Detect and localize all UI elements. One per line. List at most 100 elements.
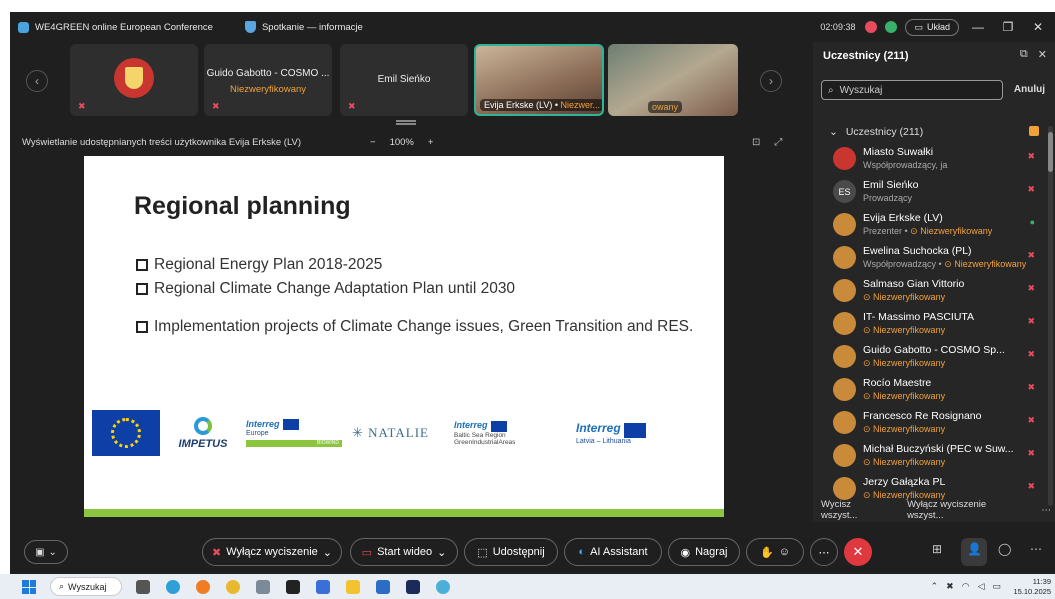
mic-muted-icon[interactable]: ✖ (1027, 184, 1035, 195)
leave-meeting-button[interactable]: ✕ (844, 538, 872, 566)
share-button[interactable]: ⬚ Udostępnij (464, 538, 558, 566)
zoom-in-button[interactable]: + (428, 137, 434, 148)
participant-row[interactable]: ES Emil Sieńko Prowadzący ✖ (813, 175, 1049, 208)
mic-muted-icon[interactable]: ✖ (1027, 481, 1035, 492)
chevron-up-icon[interactable]: ⌃ (931, 581, 939, 592)
video-tile[interactable]: Emil Sieńko ✖ (340, 44, 468, 116)
eu-flag-logo (92, 410, 160, 456)
chat-icon[interactable]: ◯ (998, 542, 1011, 556)
record-button[interactable]: ◉ Nagraj (668, 538, 740, 566)
lock-icon[interactable] (1029, 126, 1039, 136)
participant-row[interactable]: Guido Gabotto - COSMO Sp... ⊙ Niezweryfik… (813, 340, 1049, 373)
participant-row[interactable]: Ewelina Suchocka (PL) Współprowadzący • ⊙… (813, 241, 1049, 274)
chrome-icon[interactable] (226, 580, 240, 594)
connection-indicator-icon[interactable] (885, 21, 898, 33)
mic-icon[interactable]: ● (1030, 217, 1035, 227)
participant-row[interactable]: IT- Massimo PASCIUTA ⊙ Niezweryfikowany ✖ (813, 307, 1049, 340)
clock-time: 11:39 (1032, 577, 1051, 586)
mic-muted-icon[interactable]: ✖ (1027, 349, 1035, 360)
resize-handle[interactable] (396, 120, 416, 125)
minimize-icon[interactable]: — (967, 20, 989, 34)
calculator-icon[interactable] (256, 580, 270, 594)
participant-row[interactable]: Evija Erkske (LV) Prezenter • ⊙ Niezweryf… (813, 208, 1049, 241)
participant-row[interactable]: Francesco Re Rosignano ⊙ Niezweryfikowany… (813, 406, 1049, 439)
slide-bullet: Implementation projects of Climate Chang… (136, 318, 706, 336)
mic-muted-icon[interactable]: ✖ (1027, 415, 1035, 426)
battery-icon[interactable]: ▭ (992, 581, 1001, 592)
record-label: Nagraj (695, 546, 728, 558)
mic-muted-icon: ✖ (212, 101, 220, 111)
maximize-icon[interactable]: ❐ (997, 20, 1019, 34)
mic-muted-icon[interactable]: ✖ (1027, 250, 1035, 261)
app-icon[interactable] (436, 580, 450, 594)
record-indicator-icon[interactable] (865, 21, 878, 33)
participant-row[interactable]: Michał Buczyński (PEC w Suw... ⊙ Niezwery… (813, 439, 1049, 472)
checkbox-bullet-icon (136, 259, 148, 271)
partner-logos: IMPETUS Interreg Europe BIOWIND ✳ NATALI… (92, 409, 712, 457)
terminal-icon[interactable] (286, 580, 300, 594)
participant-role: Współprowadzący, ja (863, 160, 948, 170)
video-tile[interactable]: owany (608, 44, 738, 116)
edge-icon[interactable] (166, 580, 180, 594)
taskbar-clock[interactable]: 11:39 15.10.2025 (1013, 577, 1051, 597)
video-off-icon: ▭ (361, 546, 373, 559)
avatar (833, 246, 856, 269)
strip-prev-button[interactable]: ‹ (26, 70, 48, 92)
wifi-icon[interactable]: ◠ (962, 581, 970, 592)
strip-next-button[interactable]: › (760, 70, 782, 92)
reactions-button[interactable]: ▣ ⌄ (24, 540, 68, 564)
participant-row[interactable]: Salmaso Gian Vittorio ⊙ Niezweryfikowany ✖ (813, 274, 1049, 307)
mic-muted-icon[interactable]: ✖ (1027, 382, 1035, 393)
firefox-icon[interactable] (196, 580, 210, 594)
shared-slide: Regional planning Regional Energy Plan 2… (84, 156, 724, 517)
mic-muted-icon[interactable]: ✖ (1027, 283, 1035, 294)
participant-row[interactable]: Miasto Suwałki Współprowadzący, ja ✖ (813, 142, 1049, 175)
more-icon[interactable]: ⋯ (1042, 505, 1052, 516)
taskbar-search-label: Wyszukaj (68, 581, 107, 592)
mute-all-button[interactable]: Wycisz wszyst... (821, 499, 889, 521)
folder-icon[interactable] (346, 580, 360, 594)
participant-row[interactable]: Rocío Maestre ⊙ Niezweryfikowany ✖ (813, 373, 1049, 406)
webex-icon[interactable] (406, 580, 420, 594)
app-icon[interactable] (316, 580, 330, 594)
windows-start-icon[interactable] (22, 580, 36, 594)
video-tile-active-speaker[interactable]: Evija Erkske (LV) • Niezwer... (474, 44, 604, 116)
cancel-button[interactable]: Anuluj (1014, 84, 1045, 95)
participant-role: ⊙ Niezweryfikowany (863, 325, 946, 335)
mic-muted-icon[interactable]: ✖ (1027, 316, 1035, 327)
close-icon[interactable]: ✕ (1027, 20, 1049, 34)
speaker-icon[interactable]: ◁ (978, 581, 985, 592)
task-view-icon[interactable] (136, 580, 150, 594)
apps-icon[interactable]: ⊞ (932, 542, 942, 556)
mic-icon[interactable]: ✖ (946, 581, 954, 592)
video-tile[interactable]: ✖ (70, 44, 198, 116)
mic-muted-icon[interactable]: ✖ (1027, 151, 1035, 162)
zoom-out-button[interactable]: − (370, 137, 376, 148)
popout-icon[interactable]: ⧉ (1020, 48, 1028, 61)
scrollbar-thumb[interactable] (1048, 132, 1053, 172)
close-panel-icon[interactable]: ✕ (1038, 48, 1047, 61)
participants-group-toggle[interactable]: ⌄ Uczestnicy (211) (829, 126, 923, 138)
mic-muted-icon[interactable]: ✖ (1027, 448, 1035, 459)
layout-button[interactable]: ▭ Układ (905, 18, 959, 36)
meeting-info-link[interactable]: Spotkanie — informacje (262, 22, 363, 33)
bullet-text: Regional Energy Plan 2018-2025 (154, 256, 383, 273)
scrollbar[interactable] (1048, 126, 1053, 506)
unmute-button[interactable]: ✖ Wyłącz wyciszenie ⌄ (202, 538, 342, 566)
shield-icon[interactable] (244, 21, 256, 33)
fullscreen-icon[interactable]: ⤢ (774, 137, 782, 148)
share-header: Wyświetlanie udostępnianych treści użytk… (10, 130, 810, 154)
more-options-button[interactable]: ⋯ (810, 538, 838, 566)
taskbar-search[interactable]: ⌕ Wyszukaj (50, 577, 122, 596)
natalie-logo: ✳ NATALIE (352, 425, 429, 440)
mic-muted-icon: ✖ (78, 101, 86, 111)
ai-assistant-button[interactable]: ◐ AI Assistant (564, 538, 662, 566)
annotate-icon[interactable]: ⊡ (752, 137, 760, 148)
gestures-button[interactable]: ✋ ☺ (746, 538, 804, 566)
more-icon[interactable]: ⋯ (1030, 542, 1042, 556)
video-tile[interactable]: Guido Gabotto - COSMO ... Niezweryfikowa… (204, 44, 332, 116)
start-video-button[interactable]: ▭ Start wideo ⌄ (350, 538, 458, 566)
notepad-icon[interactable] (376, 580, 390, 594)
unmute-all-button[interactable]: Wyłącz wyciszenie wszyst... (907, 499, 1023, 521)
participant-search-input[interactable]: ⌕ Wyszukaj (821, 80, 1003, 100)
